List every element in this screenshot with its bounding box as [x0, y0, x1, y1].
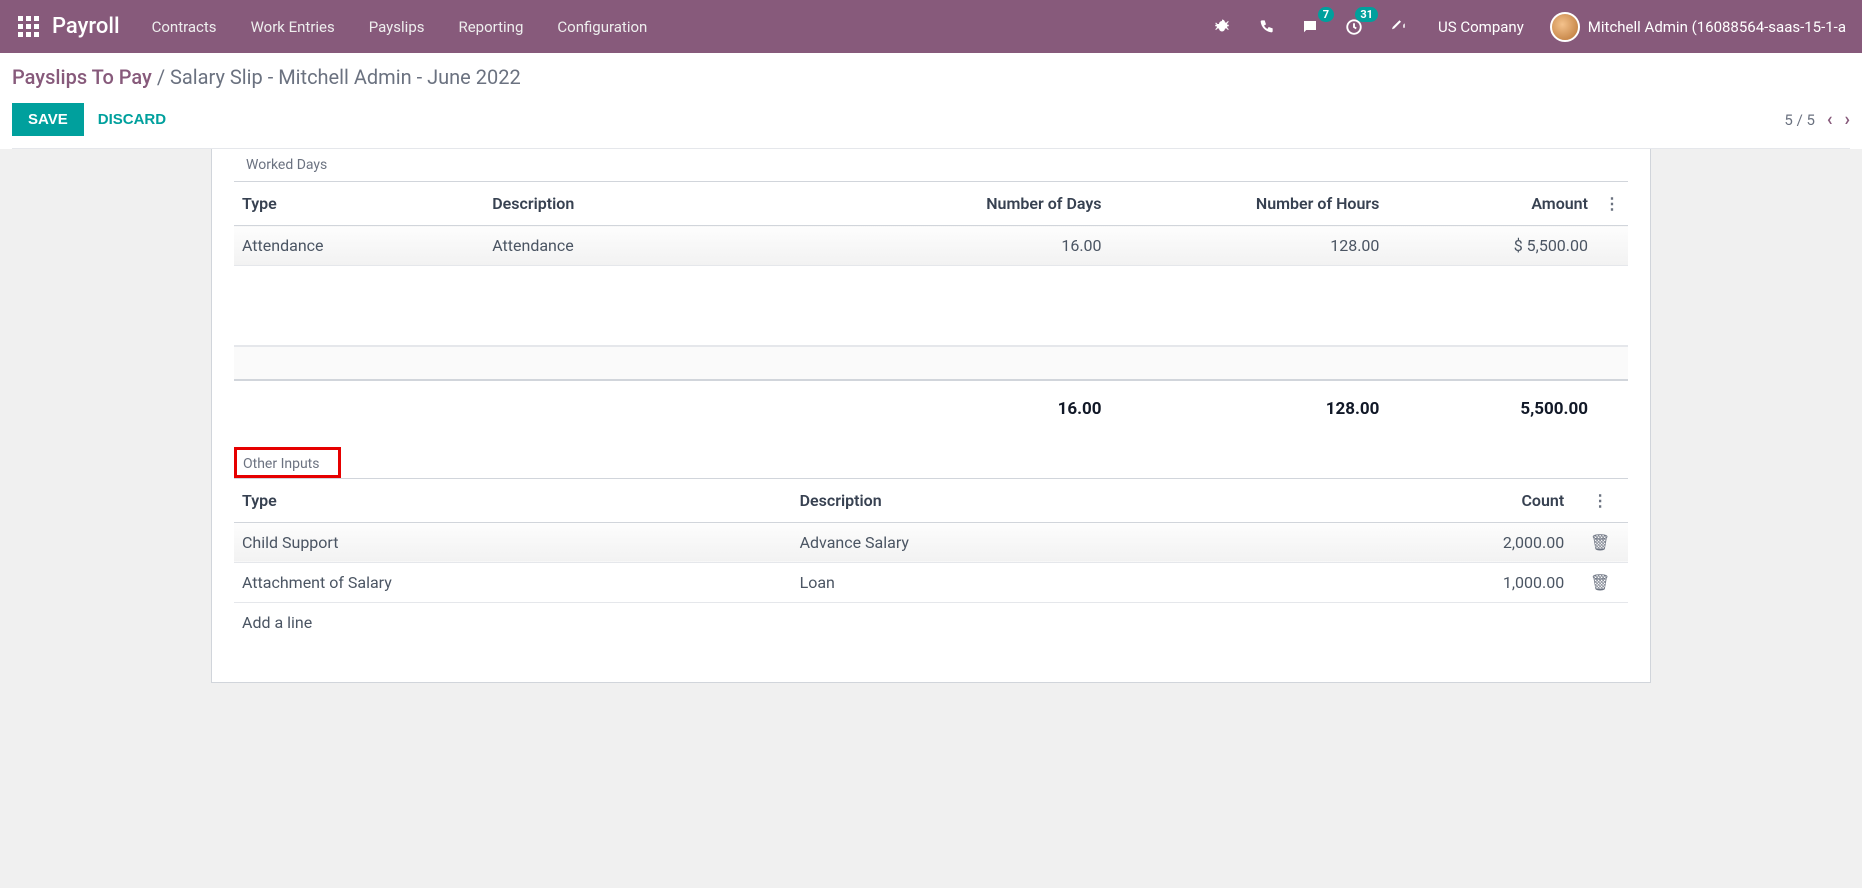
wd-col-hours: Number of Hours — [1110, 182, 1388, 226]
worked-days-title: Worked Days — [234, 149, 1628, 182]
oi-type[interactable]: Child Support — [234, 522, 792, 562]
oi-count[interactable]: 2,000.00 — [1377, 522, 1572, 562]
oi-col-count: Count — [1377, 479, 1572, 523]
debug-icon[interactable] — [1208, 13, 1236, 41]
apps-icon — [18, 16, 39, 37]
pager-prev[interactable]: ‹ — [1827, 109, 1833, 130]
nav-reporting[interactable]: Reporting — [444, 10, 537, 44]
pager-text[interactable]: 5 / 5 — [1784, 111, 1815, 129]
user-name: Mitchell Admin (16088564-saas-15-1-a — [1588, 18, 1846, 36]
wd-hours[interactable]: 128.00 — [1110, 226, 1388, 266]
nav-work-entries[interactable]: Work Entries — [237, 10, 349, 44]
wd-total-hours: 128.00 — [1110, 380, 1388, 429]
company-selector[interactable]: US Company — [1438, 18, 1524, 36]
control-panel: Payslips To Pay / Salary Slip - Mitchell… — [0, 53, 1862, 149]
oi-count[interactable]: 1,000.00 — [1377, 562, 1572, 602]
nav-items: Contracts Work Entries Payslips Reportin… — [138, 10, 662, 44]
pager: 5 / 5 ‹ › — [1784, 109, 1850, 130]
worked-days-totals: 16.00 128.00 5,500.00 — [234, 380, 1628, 429]
wd-empty — [234, 266, 1628, 346]
save-button[interactable]: SAVE — [12, 103, 84, 136]
breadcrumb-parent[interactable]: Payslips To Pay — [12, 65, 152, 89]
nav-configuration[interactable]: Configuration — [543, 10, 661, 44]
phone-icon[interactable] — [1252, 13, 1280, 41]
other-inputs-title: Other Inputs — [243, 456, 320, 472]
other-inputs-table: Type Description Count ⋮ Child Support A… — [234, 479, 1628, 642]
topbar: Payroll Contracts Work Entries Payslips … — [0, 0, 1862, 53]
breadcrumb-separator: / — [152, 65, 170, 89]
oi-col-type: Type — [234, 479, 792, 523]
wd-amount[interactable]: $ 5,500.00 — [1387, 226, 1596, 266]
app-brand[interactable]: Payroll — [52, 14, 120, 39]
worked-days-table: Type Description Number of Days Number o… — [234, 182, 1628, 429]
other-inputs-row[interactable]: Child Support Advance Salary 2,000.00 🗑 — [234, 522, 1628, 562]
user-menu[interactable]: Mitchell Admin (16088564-saas-15-1-a — [1550, 12, 1846, 42]
worked-days-row[interactable]: Attendance Attendance 16.00 128.00 $ 5,5… — [234, 226, 1628, 266]
oi-desc[interactable]: Advance Salary — [792, 522, 1377, 562]
breadcrumb: Payslips To Pay / Salary Slip - Mitchell… — [12, 65, 1850, 89]
wd-col-days: Number of Days — [859, 182, 1109, 226]
breadcrumb-current: Salary Slip - Mitchell Admin - June 2022 — [170, 65, 521, 89]
delete-row-icon[interactable]: 🗑 — [1590, 533, 1610, 552]
pager-next[interactable]: › — [1845, 109, 1850, 130]
activities-icon[interactable]: 31 — [1340, 13, 1368, 41]
add-line-row: Add a line — [234, 602, 1628, 642]
content: Worked Days Type Description Number of D… — [0, 149, 1862, 723]
messages-badge: 7 — [1318, 7, 1334, 22]
oi-desc[interactable]: Loan — [792, 562, 1377, 602]
oi-col-options[interactable]: ⋮ — [1572, 479, 1628, 523]
wd-spacer — [234, 346, 1628, 380]
wd-type[interactable]: Attendance — [234, 226, 484, 266]
user-avatar — [1550, 12, 1580, 42]
nav-contracts[interactable]: Contracts — [138, 10, 231, 44]
systray: 7 31 US Company Mitchell Admin (16088564… — [1208, 12, 1854, 42]
tools-icon[interactable] — [1384, 13, 1412, 41]
wd-col-desc: Description — [484, 182, 859, 226]
add-line-button[interactable]: Add a line — [242, 613, 312, 632]
activities-badge: 31 — [1355, 7, 1378, 22]
wd-col-amount: Amount — [1387, 182, 1596, 226]
other-inputs-row[interactable]: Attachment of Salary Loan 1,000.00 🗑 — [234, 562, 1628, 602]
oi-type[interactable]: Attachment of Salary — [234, 562, 792, 602]
apps-menu-button[interactable] — [8, 7, 48, 47]
discard-button[interactable]: DISCARD — [98, 111, 166, 128]
wd-desc[interactable]: Attendance — [484, 226, 859, 266]
action-row: SAVE DISCARD 5 / 5 ‹ › — [12, 103, 1850, 149]
form-sheet: Worked Days Type Description Number of D… — [211, 149, 1651, 683]
wd-total-days: 16.00 — [859, 380, 1109, 429]
wd-days[interactable]: 16.00 — [859, 226, 1109, 266]
oi-col-desc: Description — [792, 479, 1377, 523]
delete-row-icon[interactable]: 🗑 — [1590, 573, 1610, 592]
nav-payslips[interactable]: Payslips — [355, 10, 439, 44]
wd-total-amount: 5,500.00 — [1387, 380, 1596, 429]
wd-col-type: Type — [234, 182, 484, 226]
wd-col-options[interactable]: ⋮ — [1596, 182, 1628, 226]
other-inputs-highlight: Other Inputs — [234, 447, 341, 478]
messages-icon[interactable]: 7 — [1296, 13, 1324, 41]
